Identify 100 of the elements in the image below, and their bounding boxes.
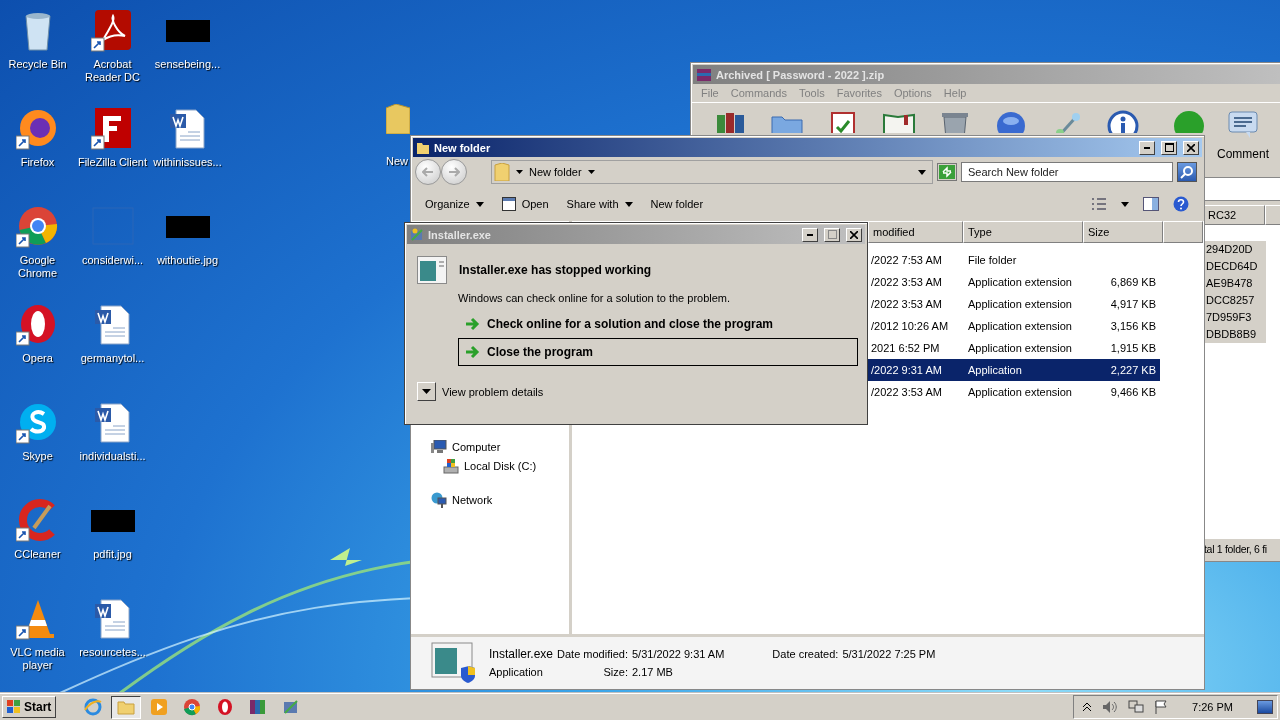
clock[interactable]: 7:26 PM — [1178, 701, 1247, 713]
dropdown-icon[interactable] — [918, 169, 926, 175]
nav-item[interactable]: Network — [411, 491, 569, 509]
caret-icon — [587, 170, 595, 174]
column-header[interactable] — [1163, 221, 1203, 243]
field-value: 5/31/2022 9:31 AM — [632, 648, 725, 660]
window-title: Archived [ Password - 2022 ].zip — [716, 68, 885, 81]
file-row[interactable]: /2022 3:53 AM Application extension 9,466 KB — [868, 381, 1160, 403]
arrow-icon — [465, 317, 481, 331]
opera-icon — [216, 698, 235, 716]
toolbar-button[interactable]: Comment — [1215, 109, 1271, 161]
table-cell: DECD64D — [1204, 258, 1266, 275]
field-value: 5/31/2022 7:25 PM — [842, 648, 936, 660]
file-type: Application — [489, 666, 544, 678]
application-icon — [431, 642, 477, 684]
column-header[interactable] — [1265, 205, 1280, 225]
address-bar[interactable]: New folder — [491, 160, 933, 184]
expand-button[interactable] — [417, 382, 436, 401]
table-cell: 294D20D — [1204, 241, 1266, 258]
caret-icon — [1121, 201, 1129, 207]
search-button[interactable] — [1177, 162, 1197, 182]
file-row[interactable]: /2012 10:26 AM Application extension 3,156 KB — [868, 315, 1160, 337]
leaf-drawing — [330, 548, 362, 566]
winrar-icon — [696, 66, 712, 83]
column-header[interactable]: modified — [868, 221, 963, 243]
taskbar-button[interactable] — [111, 695, 142, 719]
chrome-icon — [183, 698, 202, 716]
nav-item[interactable]: Computer — [411, 439, 569, 455]
list-view-icon — [1091, 197, 1107, 211]
file-row[interactable]: /2022 7:53 AM File folder — [868, 249, 1160, 271]
minimize-icon — [807, 233, 813, 236]
option-button[interactable]: Check online for a solution and close the program — [458, 310, 858, 338]
internet-explorer-icon — [84, 698, 103, 716]
table-cell: AE9B478 — [1204, 275, 1266, 292]
path-field[interactable] — [1204, 177, 1280, 201]
table-cell: DCC8257 — [1204, 292, 1266, 309]
minimize-button[interactable] — [1139, 140, 1155, 155]
installer-icon — [410, 227, 424, 242]
toolbar-button[interactable]: Open — [495, 194, 555, 214]
maximize-button[interactable] — [1161, 140, 1177, 155]
media-player-icon — [150, 698, 169, 716]
option-button[interactable]: Close the program — [458, 338, 858, 366]
start-icon — [7, 700, 21, 714]
field-label: Date created: — [772, 648, 839, 660]
field-label: Size: — [602, 666, 628, 678]
table-cell: DBDB8B9 — [1204, 326, 1266, 343]
installer-icon — [282, 698, 301, 716]
folder-icon — [416, 140, 430, 155]
maximize-icon — [827, 230, 837, 239]
search-icon — [1180, 165, 1194, 179]
arrow-icon — [448, 167, 460, 177]
start-button[interactable]: Start — [2, 696, 57, 718]
status-text: tal 1 folder, 6 fi — [1204, 542, 1268, 557]
refresh-button[interactable] — [937, 163, 957, 181]
folder-icon — [494, 163, 510, 181]
preview-pane-icon — [1143, 197, 1159, 211]
toolbar-button[interactable]: New folder — [644, 195, 710, 213]
winrar-icon — [249, 698, 268, 716]
search-field[interactable]: Search New folder — [961, 162, 1173, 182]
caret-icon — [475, 201, 484, 207]
column-header[interactable]: Type — [963, 221, 1083, 243]
toolbar-button[interactable]: Share with — [560, 195, 639, 213]
info-icon — [1106, 109, 1140, 133]
window-title: Installer.exe — [428, 228, 491, 241]
close-icon — [850, 230, 858, 239]
network-icon[interactable] — [1128, 700, 1145, 714]
window-icon — [501, 197, 516, 211]
caret-icon — [422, 389, 431, 394]
file-row[interactable]: 2021 6:52 PM Application extension 1,915 KB — [868, 337, 1160, 359]
refresh-icon — [939, 165, 955, 179]
minimize-icon — [1144, 146, 1150, 149]
column-header[interactable]: Size — [1083, 221, 1163, 243]
close-icon — [1187, 143, 1195, 152]
details-link[interactable]: View problem details — [442, 385, 544, 398]
chevron-icon[interactable] — [1082, 702, 1093, 712]
caret-icon — [624, 201, 633, 207]
computer-icon — [431, 440, 447, 454]
folder-icon — [386, 104, 410, 134]
toolbar-button[interactable]: Organize — [419, 195, 490, 213]
table-cell: 7D959F3 — [1204, 309, 1266, 326]
arrow-icon — [422, 167, 434, 177]
nav-item[interactable]: Local Disk (C:) — [411, 457, 569, 475]
file-row[interactable]: /2022 3:53 AM Application extension 4,917 KB — [868, 293, 1160, 315]
file-row[interactable]: /2022 3:53 AM Application extension 6,869 KB — [868, 271, 1160, 293]
forward-button[interactable] — [441, 159, 467, 185]
file-name: Installer.exe — [489, 647, 554, 661]
disk-drive-icon — [443, 458, 459, 474]
show-desktop-button[interactable] — [1257, 700, 1273, 714]
window-title: New folder — [434, 141, 491, 154]
column-header[interactable]: RC32 — [1204, 205, 1265, 225]
maximize-icon — [1164, 143, 1174, 152]
file-row[interactable]: /2022 9:31 AM Application 2,227 KB — [868, 359, 1160, 381]
help-icon — [1173, 196, 1189, 212]
close-button[interactable] — [1183, 140, 1199, 155]
breadcrumb[interactable]: New folder — [529, 166, 582, 178]
flag-icon[interactable] — [1154, 700, 1169, 714]
caret-icon — [516, 170, 523, 174]
application-icon — [417, 256, 447, 284]
speaker-icon[interactable] — [1102, 700, 1119, 714]
dialog-message: Windows can check online for a solution to the problem. — [458, 292, 732, 304]
